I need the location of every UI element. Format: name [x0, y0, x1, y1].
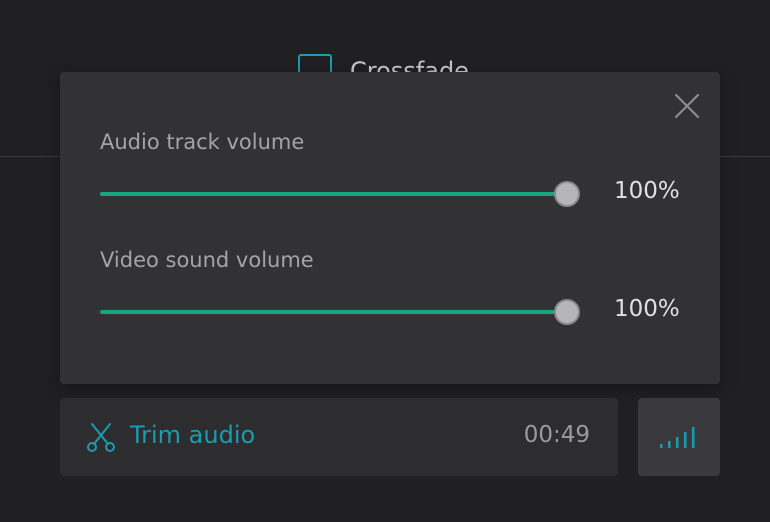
- audio-track-volume-label: Audio track volume: [100, 130, 305, 154]
- close-button[interactable]: [672, 91, 702, 121]
- volume-button[interactable]: [638, 398, 720, 476]
- close-icon: [674, 93, 700, 119]
- volume-bars-icon: [660, 427, 695, 448]
- slider-thumb[interactable]: [554, 299, 580, 325]
- video-sound-volume-slider[interactable]: [100, 298, 580, 326]
- volume-panel: Audio track volume 100% Video sound volu…: [60, 72, 720, 384]
- video-sound-volume-label: Video sound volume: [100, 248, 314, 272]
- slider-fill: [100, 192, 567, 196]
- trim-audio-label: Trim audio: [130, 421, 256, 449]
- audio-track-volume-value: 100%: [614, 178, 680, 204]
- audio-duration: 00:49: [523, 422, 590, 448]
- slider-track: [100, 192, 580, 196]
- slider-thumb[interactable]: [554, 181, 580, 207]
- video-sound-volume-value: 100%: [614, 296, 680, 322]
- audio-track-volume-slider[interactable]: [100, 180, 580, 208]
- slider-fill: [100, 310, 567, 314]
- slider-track: [100, 310, 580, 314]
- scissors-icon: [87, 423, 115, 452]
- trim-audio-button[interactable]: Trim audio 00:49: [60, 398, 618, 476]
